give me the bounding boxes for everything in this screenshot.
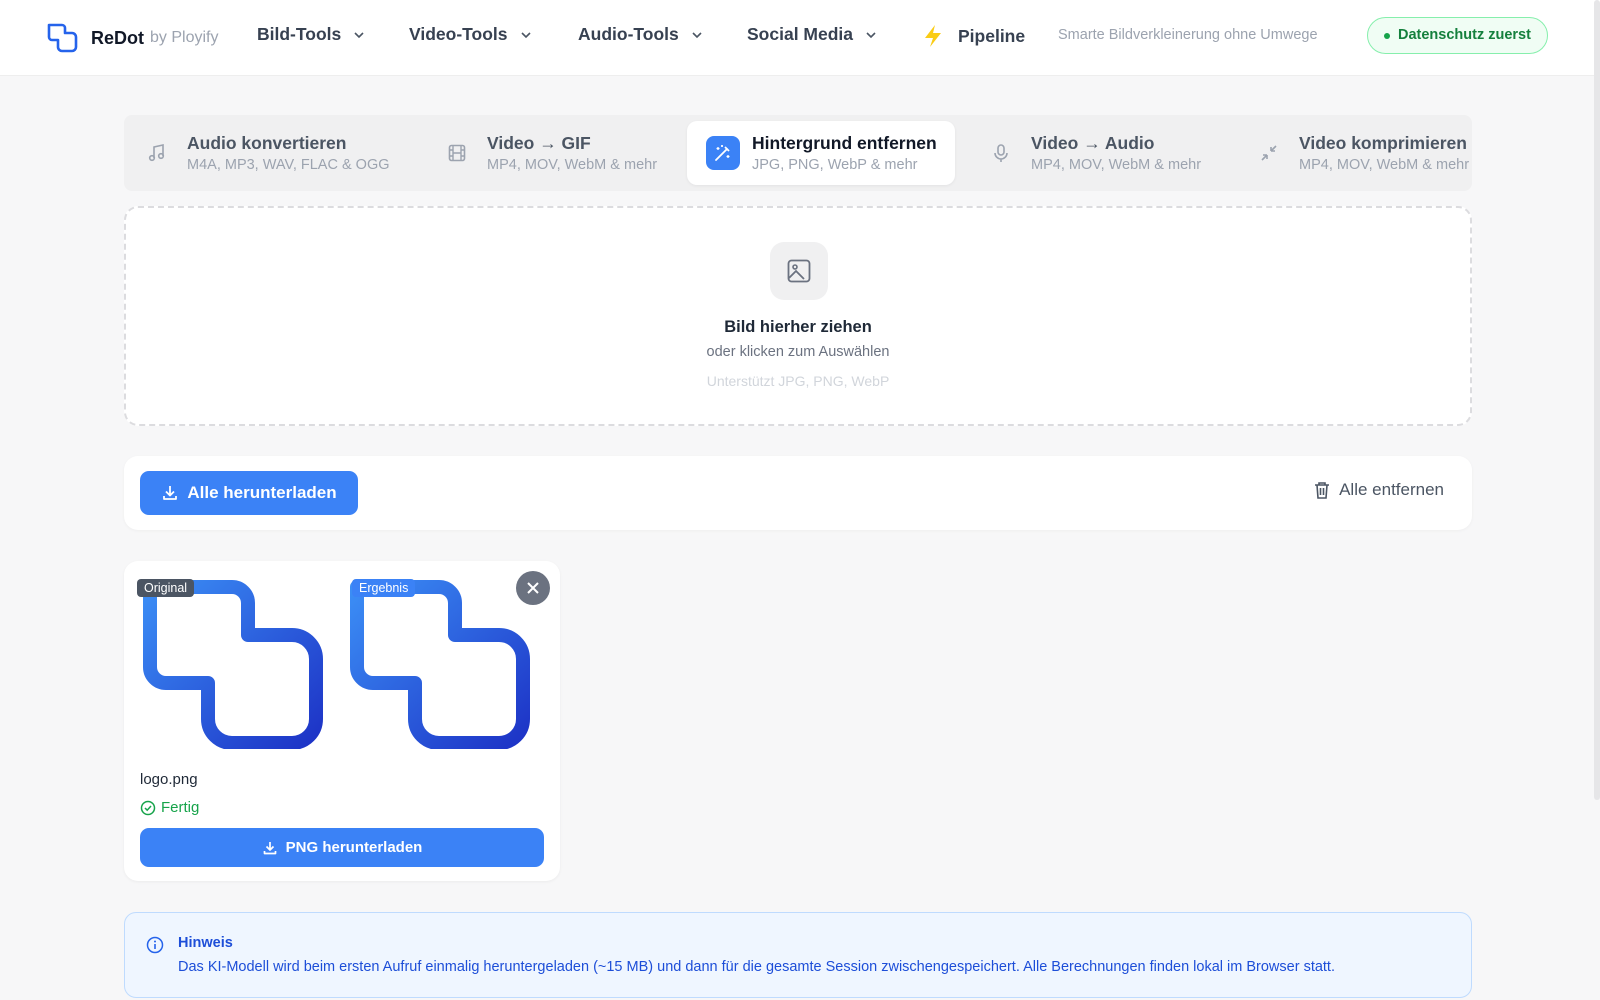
info-icon (146, 936, 164, 954)
microphone-icon (994, 144, 1008, 162)
trash-icon (1315, 482, 1330, 499)
file-card: Original Ergebnis logo.png Fertig PNG he… (124, 561, 560, 881)
original-preview: Original (137, 561, 333, 757)
tab-video-audio[interactable]: Video → Audio MP4, MOV, WebM & mehr (990, 121, 1201, 185)
tab-video-gif[interactable]: Video → GIF MP4, MOV, WebM & mehr (446, 121, 657, 185)
tab-subtitle: JPG, PNG, WebP & mehr (752, 157, 918, 173)
download-all-label: Alle herunterladen (187, 483, 337, 502)
notice-title: Hinweis (178, 935, 233, 951)
result-preview: Ergebnis (344, 561, 540, 757)
close-icon (527, 582, 539, 594)
nav-audio-tools[interactable]: Audio-Tools (578, 24, 703, 45)
check-circle-icon (140, 800, 156, 815)
minimize-arrows-icon (1261, 145, 1277, 161)
download-icon (163, 486, 178, 500)
download-icon (263, 841, 276, 854)
file-name: logo.png (140, 771, 198, 788)
tab-title: Hintergrund entfernen (752, 133, 937, 153)
file-status: Fertig (140, 799, 199, 816)
image-dropzone[interactable]: Bild hierher ziehen oder klicken zum Aus… (124, 206, 1472, 426)
tab-title: Video → GIF (487, 133, 591, 153)
original-badge: Original (137, 579, 195, 597)
download-png-button[interactable]: PNG herunterladen (140, 828, 544, 867)
dropzone-subtitle: oder klicken zum Auswählen (706, 344, 890, 360)
nav-bild-tools[interactable]: Bild-Tools (257, 24, 365, 45)
dropzone-title: Bild hierher ziehen (724, 318, 872, 336)
tab-title: Video komprimieren (1299, 133, 1467, 153)
tool-tabs: Audio konvertieren M4A, MP3, WAV, FLAC &… (124, 115, 1472, 191)
nav-label: Video-Tools (409, 24, 508, 44)
privacy-badge: Datenschutz zuerst (1367, 17, 1548, 54)
logo-image-icon (350, 580, 530, 749)
tab-subtitle: MP4, MOV, WebM & mehr (1299, 157, 1470, 173)
brand-byline: by Ployify (150, 29, 219, 46)
nav-label: Social Media (747, 24, 854, 44)
remove-all-button[interactable]: Alle entfernen (1313, 480, 1444, 500)
download-all-button[interactable]: Alle herunterladen (140, 471, 358, 515)
dropzone-icon-box (770, 242, 828, 300)
notice-body: Das KI-Modell wird beim ersten Aufruf ei… (178, 959, 1335, 975)
magic-wand-icon (715, 145, 730, 161)
bulk-action-bar: Alle herunterladen Alle entfernen (124, 456, 1472, 530)
chevron-down-icon (354, 31, 364, 38)
tab-video-compress[interactable]: Video komprimieren MP4, MOV, WebM & mehr (1258, 121, 1469, 185)
tab-audio-convert[interactable]: Audio konvertieren M4A, MP3, WAV, FLAC &… (146, 121, 390, 185)
nav-label: Bild-Tools (257, 24, 342, 44)
tab-subtitle: MP4, MOV, WebM & mehr (1031, 157, 1202, 173)
image-icon (787, 259, 811, 283)
brand[interactable]: ReDot by Ployify (46, 22, 218, 54)
chevron-down-icon (692, 31, 702, 38)
music-note-icon (148, 144, 165, 162)
remove-file-button[interactable] (516, 571, 550, 605)
nav-pipeline[interactable]: Pipeline (922, 24, 1025, 48)
nav-label: Audio-Tools (578, 24, 679, 44)
lightning-bolt-icon (925, 25, 941, 47)
nav-social-media[interactable]: Social Media (747, 24, 877, 45)
page-scrollbar[interactable] (1594, 0, 1600, 800)
tab-subtitle: MP4, MOV, WebM & mehr (487, 157, 658, 173)
logo-image-icon (143, 580, 323, 749)
brand-name: ReDot (91, 27, 144, 48)
file-status-label: Fertig (161, 799, 200, 816)
redot-logo-icon (47, 23, 78, 53)
tab-icon-box (706, 136, 740, 170)
nav-video-tools[interactable]: Video-Tools (409, 24, 532, 45)
film-icon (448, 144, 466, 162)
dropzone-hint: Unterstützt JPG, PNG, WebP (706, 373, 890, 389)
nav-label: Pipeline (958, 25, 1026, 46)
remove-all-label: Alle entfernen (1339, 480, 1444, 499)
tab-subtitle: M4A, MP3, WAV, FLAC & OGG (187, 157, 390, 173)
info-notice: Hinweis Das KI-Modell wird beim ersten A… (124, 912, 1472, 998)
result-badge: Ergebnis (352, 579, 416, 597)
tab-title: Video → Audio (1031, 133, 1155, 153)
tab-title: Audio konvertieren (187, 133, 347, 153)
status-dot-icon (1384, 33, 1390, 39)
privacy-badge-label: Datenschutz zuerst (1398, 27, 1531, 43)
top-navigation-bar: ReDot by Ployify Bild-Tools Video-Tools … (0, 0, 1600, 76)
tagline: Smarte Bildverkleinerung ohne Umwege (1058, 27, 1318, 43)
download-png-label: PNG herunterladen (285, 839, 423, 856)
tab-remove-background[interactable]: Hintergrund entfernen JPG, PNG, WebP & m… (687, 121, 955, 185)
chevron-down-icon (520, 31, 531, 38)
chevron-down-icon (866, 31, 876, 38)
